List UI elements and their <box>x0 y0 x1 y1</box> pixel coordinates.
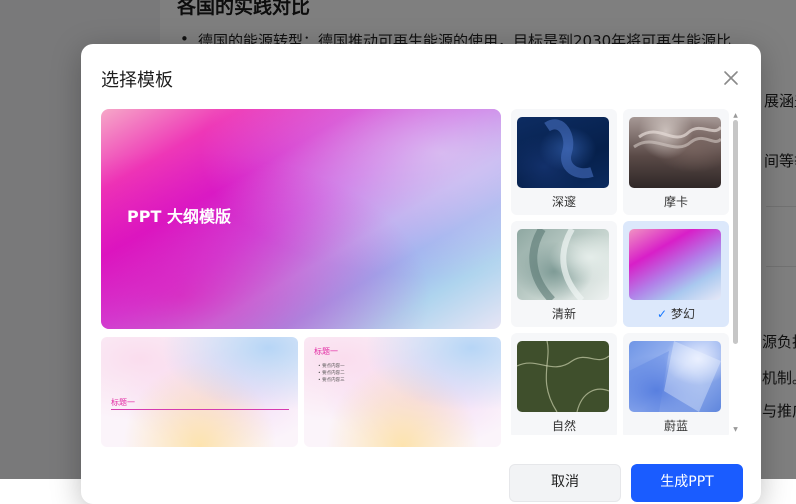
template-dialog: 选择模板 PPT 大纲模版 标题一 标题一 要点内容一 要点内容二 要点内容三 … <box>81 44 761 504</box>
topo-lines-icon <box>517 341 609 412</box>
thumbnail-bullet: 要点内容三 <box>318 377 345 384</box>
template-card-shenyuan[interactable]: 深邃 <box>511 109 617 215</box>
thumbnail-title: 标题一 <box>111 398 135 407</box>
close-icon <box>724 71 738 85</box>
close-button[interactable] <box>721 68 741 88</box>
preview-title: PPT 大纲模版 <box>127 207 231 226</box>
template-label: 摩卡 <box>663 195 688 209</box>
template-grid-scrollbar[interactable] <box>733 120 738 344</box>
template-card-ziran[interactable]: 自然 <box>511 333 617 435</box>
template-preview-main: PPT 大纲模版 <box>101 109 501 329</box>
template-label: 自然 <box>551 419 576 433</box>
template-thumbnail <box>517 229 609 300</box>
scroll-up-arrow-icon[interactable]: ▲ <box>732 113 739 119</box>
thumbnail-divider <box>111 409 289 410</box>
template-thumbnail <box>629 117 721 188</box>
generate-ppt-button[interactable]: 生成PPT <box>631 464 743 502</box>
template-card-moka[interactable]: 摩卡 <box>623 109 729 215</box>
template-label: 蔚蓝 <box>663 419 688 433</box>
template-label-text: 梦幻 <box>671 307 696 321</box>
facet-pattern-icon <box>629 341 721 412</box>
template-label: 深邃 <box>551 195 576 209</box>
check-icon: ✓ <box>656 307 668 321</box>
template-label: ✓ 梦幻 <box>623 305 729 322</box>
template-thumbnail <box>629 341 721 412</box>
template-card-menghuan[interactable]: ✓ 梦幻 <box>623 221 729 327</box>
preview-thumbnail-section: 标题一 <box>101 337 298 447</box>
wave-pattern-icon <box>544 119 594 179</box>
template-label: 清新 <box>551 307 576 321</box>
template-thumbnail <box>517 117 609 188</box>
curve-pattern-icon <box>529 229 585 300</box>
thumbnail-bullet: 要点内容二 <box>318 370 345 377</box>
thumbnail-bullet: 要点内容一 <box>318 363 345 370</box>
cancel-button[interactable]: 取消 <box>509 464 621 502</box>
scroll-down-arrow-icon[interactable]: ▼ <box>732 427 739 433</box>
template-thumbnail <box>517 341 609 412</box>
thumbnail-title: 标题一 <box>314 347 338 356</box>
template-card-jinglan[interactable]: 蔚蓝 <box>623 333 729 435</box>
preview-thumbnail-content: 标题一 要点内容一 要点内容二 要点内容三 <box>304 337 501 447</box>
thumbnail-bullet-list: 要点内容一 要点内容二 要点内容三 <box>318 363 345 384</box>
template-card-qingxin[interactable]: 清新 <box>511 221 617 327</box>
silk-pattern-icon <box>633 125 721 149</box>
template-thumbnail <box>629 229 721 300</box>
template-grid: 深邃 摩卡 清新 ✓ 梦幻 自然 蔚蓝 <box>511 109 731 435</box>
dialog-title: 选择模板 <box>101 70 173 91</box>
